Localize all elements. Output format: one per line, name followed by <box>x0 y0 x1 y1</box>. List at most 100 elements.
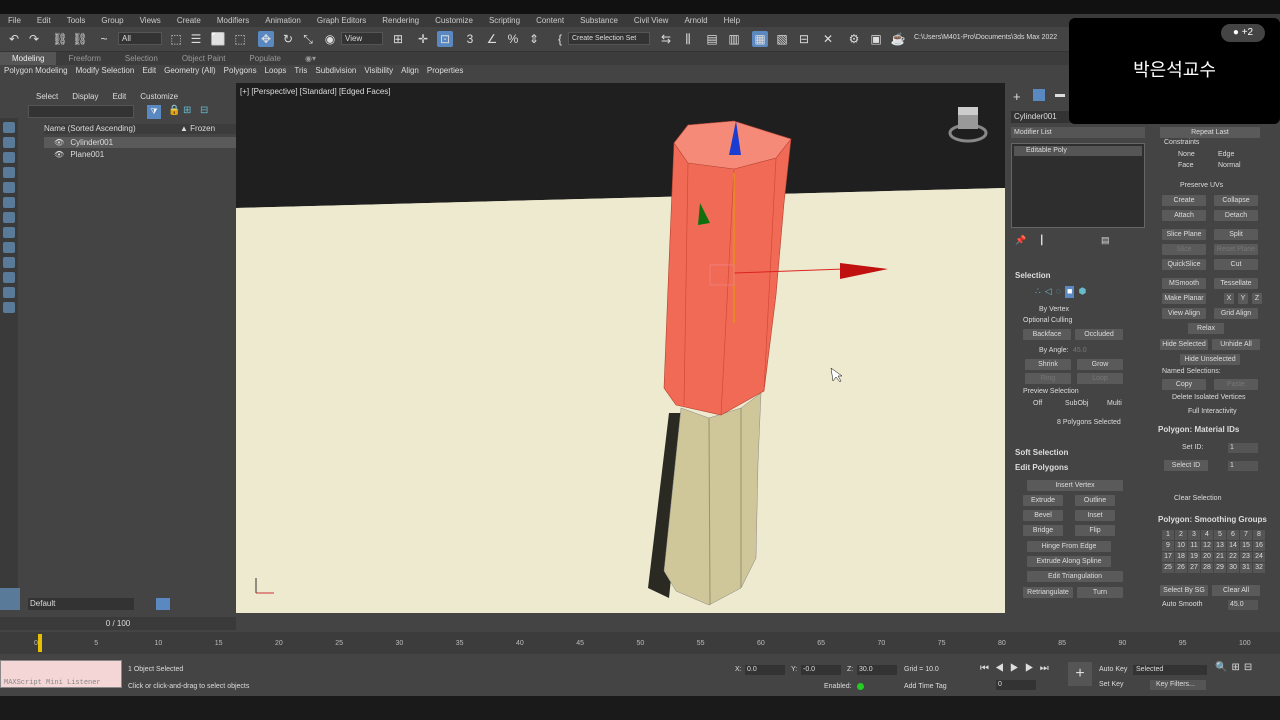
preview-off-radio[interactable]: Off <box>1033 399 1042 409</box>
view-align-button[interactable]: View Align <box>1162 308 1206 319</box>
viewport-label[interactable]: [+] [Perspective] [Standard] [Edged Face… <box>240 87 391 96</box>
percent-snap-icon[interactable]: % <box>505 31 521 47</box>
menu-create[interactable]: Create <box>169 14 209 27</box>
modify-tab-icon[interactable] <box>1033 89 1045 101</box>
scene-row-plane[interactable]: 👁 Plane001 <box>44 149 252 160</box>
angle-snap-icon[interactable]: ∠ <box>484 31 500 47</box>
ribbon-align[interactable]: Align <box>397 65 423 77</box>
menu-content[interactable]: Content <box>528 14 572 27</box>
sg-button[interactable]: 26 <box>1175 563 1187 573</box>
polygon-mode-icon[interactable]: ■ <box>1065 286 1075 298</box>
sg-button[interactable]: 19 <box>1188 552 1200 562</box>
ribbon-visibility[interactable]: Visibility <box>360 65 397 77</box>
sg-button[interactable]: 17 <box>1162 552 1174 562</box>
select-by-name-icon[interactable]: ☰ <box>188 31 204 47</box>
scale-icon[interactable]: ⤡ <box>300 31 316 47</box>
by-vertex-checkbox[interactable]: By Vertex <box>1039 305 1069 315</box>
redo-icon[interactable]: ↷ <box>26 31 42 47</box>
sg-button[interactable]: 16 <box>1253 541 1265 551</box>
mirror-icon[interactable]: ⇆ <box>658 31 674 47</box>
sg-button[interactable]: 27 <box>1188 563 1200 573</box>
display-containers-icon[interactable] <box>3 272 15 283</box>
sg-button[interactable]: 29 <box>1214 563 1226 573</box>
display-frozen-icon[interactable] <box>3 287 15 298</box>
delete-isolated-checkbox[interactable]: Delete Isolated Vertices <box>1172 393 1246 403</box>
create-button[interactable]: Create <box>1162 195 1206 206</box>
collapse-button[interactable]: Collapse <box>1214 195 1258 206</box>
tab-modeling[interactable]: Modeling <box>0 52 57 65</box>
coord-y-field[interactable]: -0.0 <box>801 665 841 675</box>
menu-tools[interactable]: Tools <box>59 14 94 27</box>
unlink-icon[interactable]: ⛓ <box>72 31 88 47</box>
scene-menu-display[interactable]: Display <box>72 90 98 103</box>
select-object-icon[interactable]: ⬚ <box>168 31 184 47</box>
ribbon-modify-selection[interactable]: Modify Selection <box>72 65 139 77</box>
time-slider[interactable]: 0 / 100 <box>0 617 236 630</box>
display-none-icon[interactable] <box>3 122 15 133</box>
link-icon[interactable]: ⛓ <box>52 31 68 47</box>
repeat-last-button[interactable]: Repeat Last <box>1160 127 1260 138</box>
display-geometry-icon[interactable] <box>3 137 15 148</box>
constraint-edge-radio[interactable]: Edge <box>1218 150 1234 160</box>
align-icon[interactable]: ⫼ <box>680 31 696 47</box>
curve-editor-icon[interactable]: ▧ <box>774 31 790 47</box>
slice-plane-button[interactable]: Slice Plane <box>1162 229 1206 240</box>
rotate-icon[interactable]: ↻ <box>280 31 296 47</box>
extrude-along-spline-button[interactable]: Extrude Along Spline <box>1027 556 1111 567</box>
planar-z-button[interactable]: Z <box>1252 293 1262 304</box>
cut-button[interactable]: Cut <box>1214 259 1258 270</box>
menu-rendering[interactable]: Rendering <box>374 14 427 27</box>
sg-button[interactable]: 3 <box>1188 530 1200 540</box>
key-filters-button[interactable]: Key Filters... <box>1150 680 1206 690</box>
by-angle-checkbox[interactable]: By Angle: <box>1039 346 1069 356</box>
key-mode-dropdown[interactable]: Selected <box>1133 665 1207 675</box>
auto-key-button[interactable]: Auto Key <box>1099 665 1127 675</box>
scene-row-cylinder[interactable]: 👁 Cylinder001 <box>44 137 252 148</box>
display-bones-icon[interactable] <box>3 257 15 268</box>
menu-edit[interactable]: Edit <box>29 14 59 27</box>
grow-button[interactable]: Grow <box>1077 359 1123 370</box>
copy-button[interactable]: Copy <box>1162 379 1206 390</box>
menu-file[interactable]: File <box>0 14 29 27</box>
hide-unselected-button[interactable]: Hide Unselected <box>1180 354 1240 365</box>
tab-populate[interactable]: Populate <box>237 52 293 65</box>
filter-icon[interactable]: ⧩ <box>147 105 161 119</box>
ribbon-polygons[interactable]: Polygons <box>220 65 261 77</box>
sg-button[interactable]: 21 <box>1214 552 1226 562</box>
flip-button[interactable]: Flip <box>1075 525 1115 536</box>
ribbon-polygon-modeling[interactable]: Polygon Modeling <box>0 65 72 77</box>
slice-button[interactable]: Slice <box>1162 244 1206 255</box>
unhide-all-button[interactable]: Unhide All <box>1212 339 1260 350</box>
menu-views[interactable]: Views <box>132 14 169 27</box>
display-helpers-icon[interactable] <box>3 197 15 208</box>
spinner-snap-icon[interactable]: ⇕ <box>526 31 542 47</box>
sg-button[interactable]: 31 <box>1240 563 1252 573</box>
sg-button[interactable]: 30 <box>1227 563 1239 573</box>
menu-group[interactable]: Group <box>93 14 131 27</box>
make-planar-button[interactable]: Make Planar <box>1162 293 1206 304</box>
sg-button[interactable]: 8 <box>1253 530 1265 540</box>
viewcube[interactable] <box>948 105 988 145</box>
select-by-sg-button[interactable]: Select By SG <box>1160 585 1208 596</box>
named-selection-set-dropdown[interactable]: Create Selection Set <box>568 32 650 45</box>
display-hidden-icon[interactable] <box>3 302 15 313</box>
soft-selection-rollout-title[interactable]: Soft Selection <box>1015 447 1068 459</box>
msmooth-button[interactable]: MSmooth <box>1162 278 1206 289</box>
edit-polygons-rollout-title[interactable]: Edit Polygons <box>1015 462 1068 474</box>
collapse-panel-button[interactable] <box>0 588 20 610</box>
ribbon-options-icon[interactable]: ◉▾ <box>293 52 328 65</box>
scene-menu-customize[interactable]: Customize <box>140 90 178 103</box>
material-editor-icon[interactable]: ✕ <box>820 31 836 47</box>
pivot-icon[interactable]: ⊞ <box>390 31 406 47</box>
menu-scripting[interactable]: Scripting <box>481 14 528 27</box>
sg-button[interactable]: 18 <box>1175 552 1187 562</box>
placement-icon[interactable]: ◉ <box>322 31 338 47</box>
keyboard-shortcut-icon[interactable]: ⊡ <box>437 31 453 47</box>
ribbon-toggle-icon[interactable]: ▦ <box>752 31 768 47</box>
detach-button[interactable]: Detach <box>1214 210 1258 221</box>
smoothing-groups-rollout-title[interactable]: Polygon: Smoothing Groups <box>1158 514 1267 526</box>
pin-stack-icon[interactable]: 📌 <box>1015 235 1026 246</box>
participants-badge[interactable]: ● +2 <box>1221 24 1265 42</box>
timeline-track[interactable]: 0 5 10 15 20 25 30 35 40 45 50 55 60 65 70 75 80 85 90 95 10… <box>0 632 1280 654</box>
element-mode-icon[interactable]: ⬢ <box>1078 286 1086 298</box>
